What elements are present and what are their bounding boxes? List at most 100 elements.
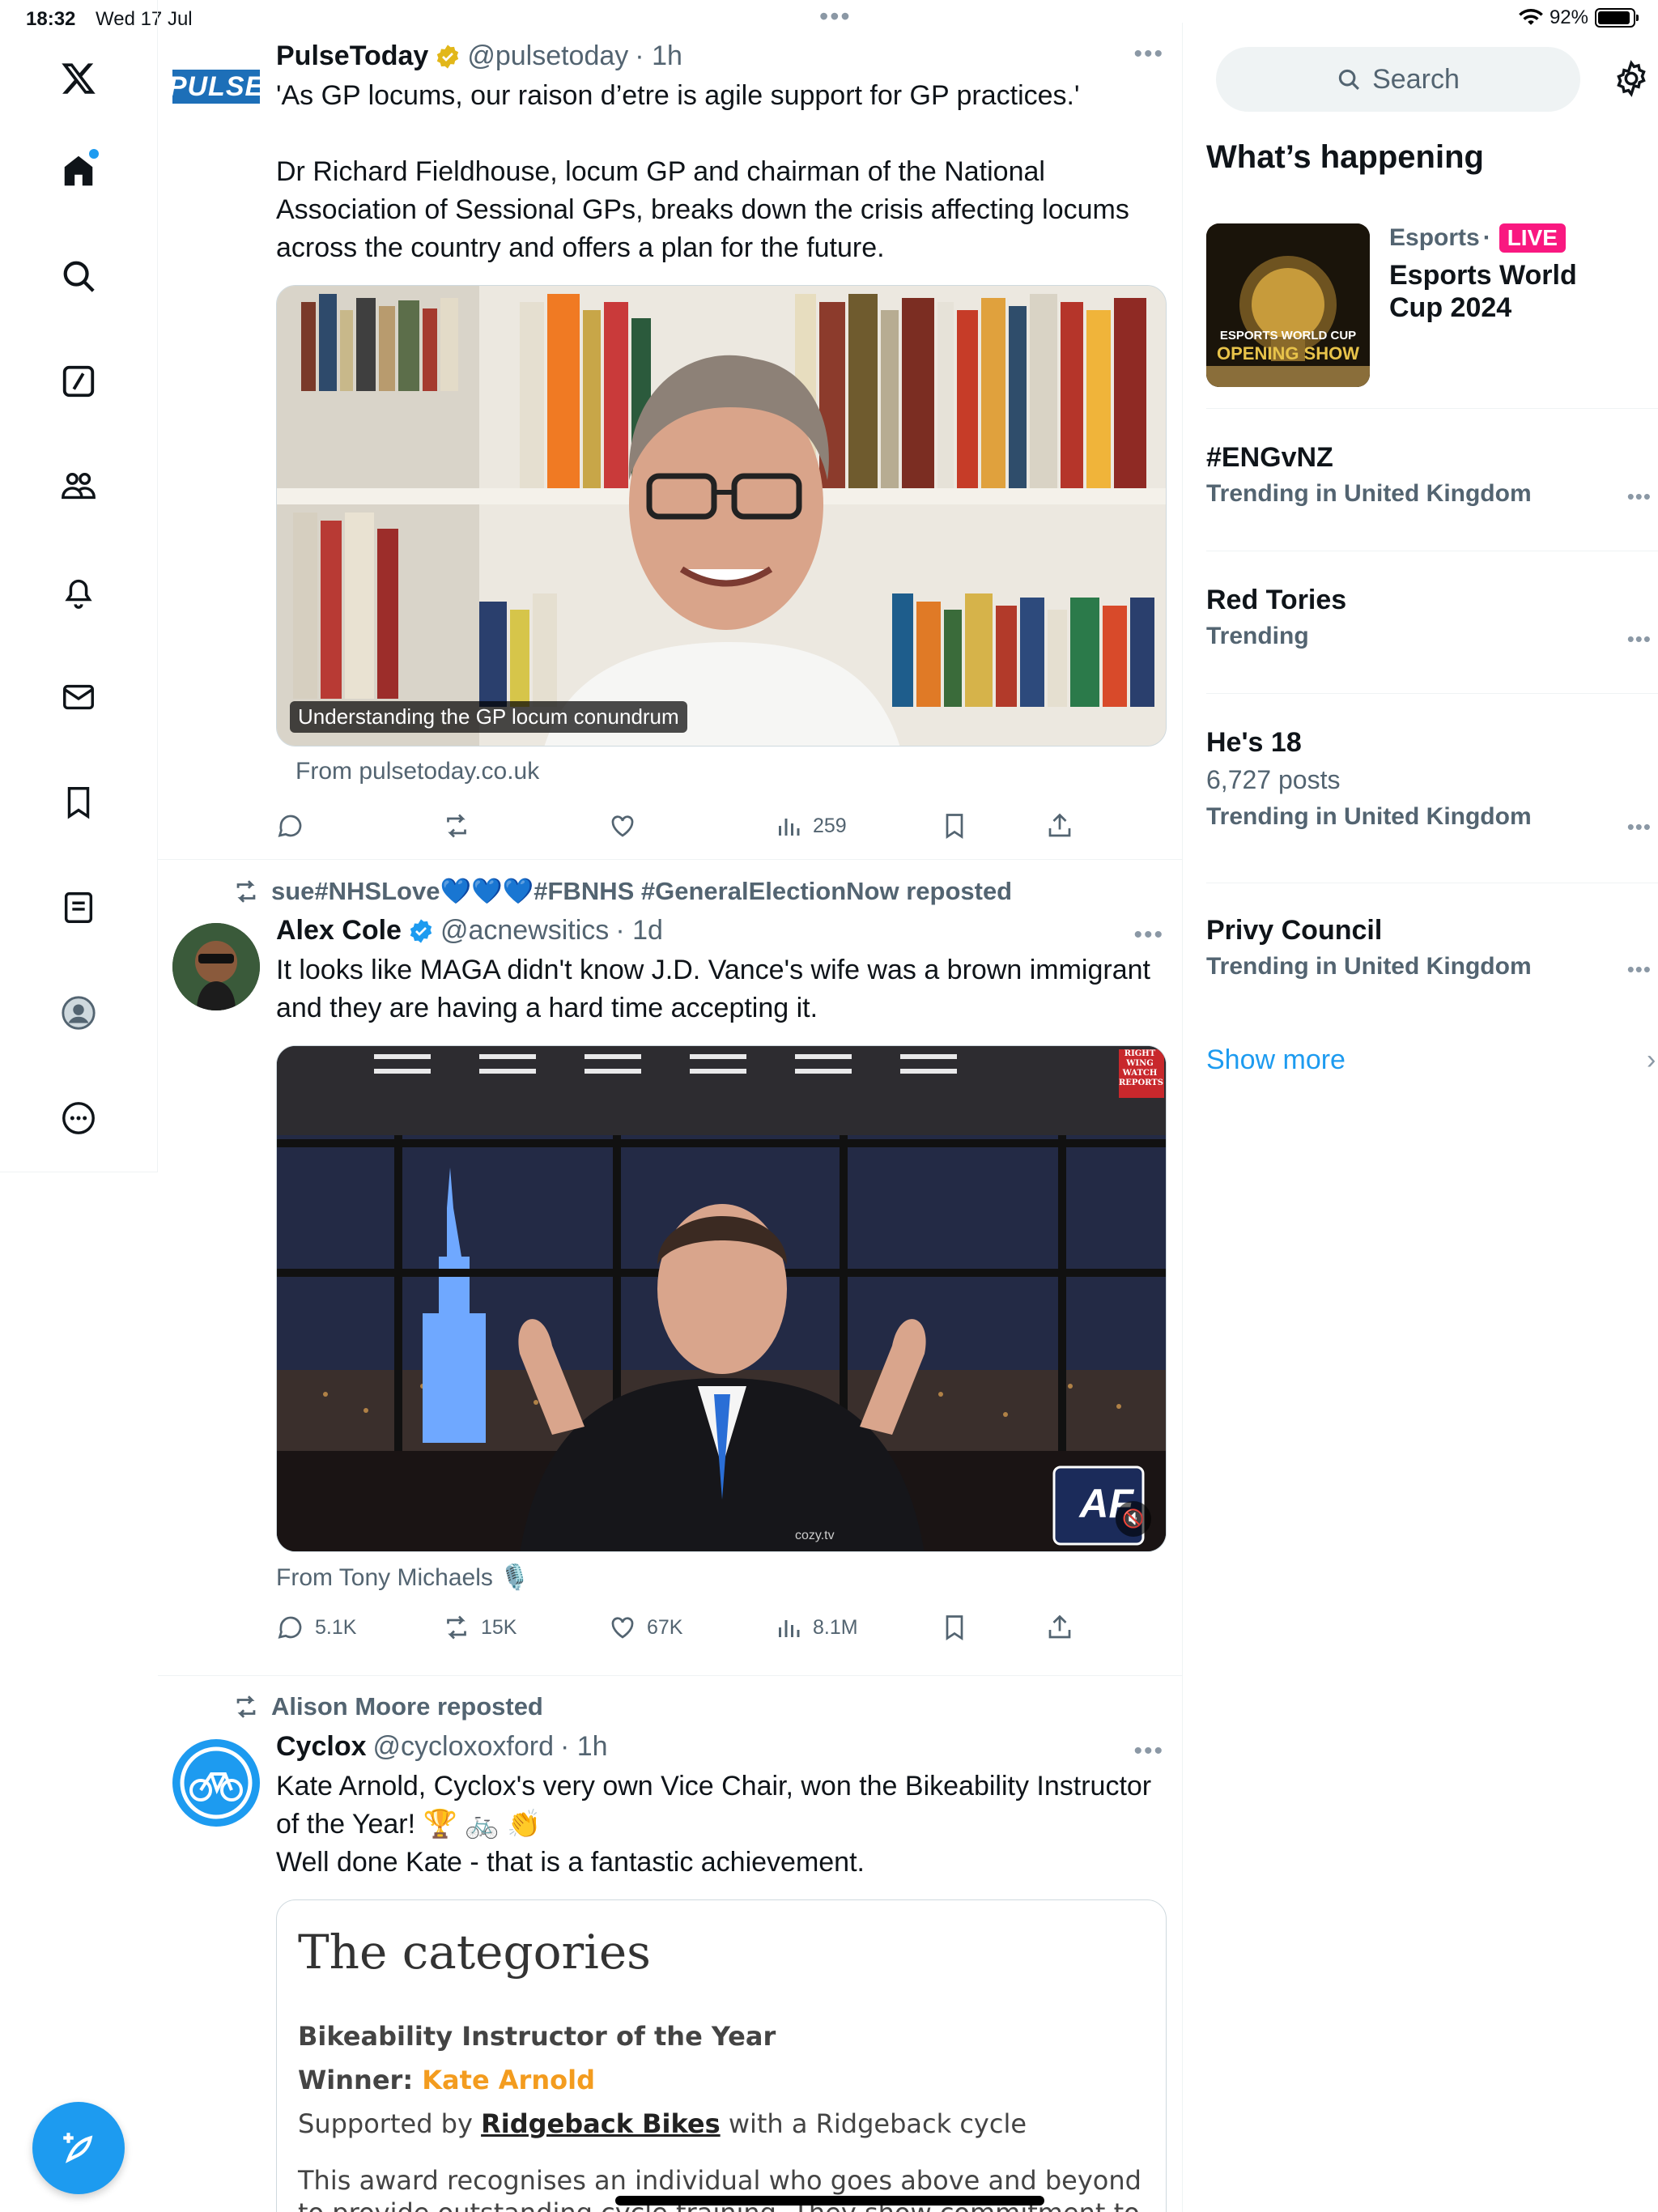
- reply-button[interactable]: [276, 811, 442, 840]
- reply-button[interactable]: 5.1K: [276, 1613, 442, 1642]
- tweet-video[interactable]: RIGHT WING WATCH REPORTS AF cozy.tv 🔇: [276, 1045, 1167, 1552]
- divider: [1206, 408, 1658, 409]
- lists-icon[interactable]: [50, 879, 107, 936]
- bookmark-icon: [946, 1615, 963, 1641]
- bookmarks-icon[interactable]: [50, 774, 107, 831]
- whats-happening-heading: What’s happening: [1206, 139, 1484, 175]
- compose-post-button[interactable]: [32, 2102, 125, 2194]
- share-button[interactable]: [1045, 811, 1074, 840]
- show-more-link[interactable]: Show more: [1206, 1044, 1346, 1076]
- live-badge: LIVE: [1499, 223, 1566, 253]
- search-input[interactable]: Search: [1216, 47, 1580, 112]
- home-icon[interactable]: [50, 143, 107, 199]
- feather-plus-icon: [63, 2133, 93, 2163]
- heart-icon: [611, 1617, 634, 1639]
- author-handle[interactable]: @acnewsitics: [440, 915, 609, 946]
- repost-button[interactable]: [442, 811, 608, 840]
- mute-icon[interactable]: 🔇: [1116, 1501, 1151, 1537]
- tweet-media-image[interactable]: Understanding the GP locum conundrum: [276, 285, 1167, 747]
- views-button[interactable]: 259: [774, 811, 940, 840]
- trend-featured[interactable]: ESPORTS WORLD CUP OPENING SHOW Esports · L…: [1206, 223, 1658, 387]
- author-handle[interactable]: @cycloxoxford: [373, 1731, 554, 1763]
- reply-icon: [278, 815, 302, 837]
- views-button[interactable]: 8.1M: [774, 1613, 940, 1642]
- thumbnail-title: ESPORTS WORLD CUP: [1219, 329, 1357, 342]
- communities-icon[interactable]: [50, 458, 107, 515]
- notification-dot: [89, 149, 99, 159]
- bookmark-icon: [946, 814, 963, 840]
- messages-icon[interactable]: [50, 669, 107, 725]
- chevron-right-icon[interactable]: ›: [1647, 1044, 1656, 1076]
- author-name[interactable]: PulseToday: [276, 40, 428, 72]
- trend-meta: Trending in United Kingdom: [1206, 803, 1532, 830]
- author-name[interactable]: Alex Cole: [276, 915, 402, 946]
- trend-title: #ENGvNZ: [1206, 442, 1333, 473]
- avatar[interactable]: [172, 923, 260, 1010]
- esports-thumbnail: ESPORTS WORLD CUP OPENING SHOW: [1206, 223, 1370, 387]
- rww-badge: RIGHT WING WATCH REPORTS: [1119, 1049, 1163, 1087]
- tweet-time[interactable]: · 1h: [560, 1731, 608, 1763]
- avatar[interactable]: [172, 1739, 260, 1827]
- thumbnail-subtitle: OPENING SHOW: [1216, 343, 1359, 364]
- tweet[interactable]: PULSE ••• PulseToday @pulsetoday · 1h 'A…: [158, 23, 1182, 860]
- video-frame-image: [277, 1046, 1166, 1551]
- tweet-more-icon[interactable]: •••: [1133, 1738, 1164, 1765]
- tweet-time[interactable]: · 1h: [635, 40, 682, 72]
- card-award: Bikeability Instructor of the Year: [298, 2021, 776, 2052]
- timeline-feed[interactable]: PULSE ••• PulseToday @pulsetoday · 1h 'A…: [158, 23, 1183, 2212]
- repost-context-text: sue#NHSLove💙💙💙#FBNHS #GeneralElectionNow…: [271, 877, 1013, 905]
- card-supported-line: Supported by Ridgeback Bikes with a Ridg…: [298, 2108, 1027, 2139]
- tweet[interactable]: sue#NHSLove💙💙💙#FBNHS #GeneralElectionNow…: [158, 860, 1182, 1676]
- avatar[interactable]: PULSE: [172, 70, 260, 104]
- trend-item[interactable]: Red Tories Trending •••: [1206, 578, 1658, 652]
- bookmark-button[interactable]: [940, 811, 1045, 840]
- repost-context[interactable]: Alison Moore reposted: [232, 1692, 543, 1721]
- repost-icon: [236, 1695, 256, 1718]
- grok-icon[interactable]: [50, 353, 107, 410]
- video-source[interactable]: From Tony Michaels 🎙️: [276, 1563, 1167, 1592]
- tweet-time[interactable]: · 1d: [615, 915, 663, 946]
- home-indicator[interactable]: [615, 2196, 1044, 2206]
- avatar-photo: [172, 923, 260, 1010]
- x-logo-icon[interactable]: [50, 50, 107, 107]
- views-count: 259: [813, 814, 847, 837]
- author-name[interactable]: Cyclox: [276, 1731, 367, 1763]
- gear-icon[interactable]: [1613, 60, 1650, 97]
- avatar-logo-text: PULSE: [172, 70, 260, 102]
- bookshelf-portrait-image: [277, 286, 1166, 746]
- notifications-icon[interactable]: [50, 564, 107, 620]
- trend-item[interactable]: #ENGvNZ Trending in United Kingdom •••: [1206, 436, 1658, 508]
- trend-more-icon[interactable]: •••: [1627, 815, 1652, 840]
- link-source[interactable]: From pulsetoday.co.uk: [276, 758, 1167, 785]
- repost-context-text: Alison Moore reposted: [271, 1692, 543, 1721]
- more-icon[interactable]: [50, 1090, 107, 1146]
- search-icon[interactable]: [50, 248, 107, 304]
- trend-meta: Trending in United Kingdom: [1206, 480, 1532, 507]
- repost-icon: [447, 1615, 466, 1640]
- trend-item[interactable]: He's 18 6,727 posts Trending in United K…: [1206, 721, 1658, 839]
- tweet-image-card[interactable]: The categories Bikeability Instructor of…: [276, 1899, 1167, 2212]
- share-icon: [1048, 813, 1071, 837]
- repost-context[interactable]: sue#NHSLove💙💙💙#FBNHS #GeneralElectionNow…: [232, 876, 1012, 906]
- trend-more-icon[interactable]: •••: [1627, 957, 1652, 982]
- like-button[interactable]: [608, 811, 774, 840]
- tweet-text: It looks like MAGA didn't know J.D. Vanc…: [276, 955, 1158, 1023]
- tweet-more-icon[interactable]: •••: [1133, 921, 1164, 949]
- share-button[interactable]: [1045, 1613, 1074, 1642]
- trend-more-icon[interactable]: •••: [1627, 627, 1652, 652]
- repost-button[interactable]: 15K: [442, 1613, 608, 1642]
- author-handle[interactable]: @pulsetoday: [467, 40, 628, 72]
- trend-title: Red Tories: [1206, 585, 1347, 615]
- trend-more-icon[interactable]: •••: [1627, 484, 1652, 509]
- card-sponsor-link: Ridgeback Bikes: [481, 2108, 721, 2139]
- media-caption: Understanding the GP locum conundrum: [290, 701, 687, 733]
- trend-item[interactable]: Privy Council Trending in United Kingdom…: [1206, 908, 1658, 981]
- like-button[interactable]: 67K: [608, 1613, 774, 1642]
- bookmark-button[interactable]: [940, 1613, 1045, 1642]
- profile-icon[interactable]: [50, 985, 107, 1041]
- search-icon: [1338, 69, 1360, 90]
- tweet-header: Cyclox @cycloxoxford · 1h: [276, 1731, 1167, 1763]
- tweet[interactable]: Alison Moore reposted ••• Cyclox @cyclox…: [158, 1676, 1182, 2212]
- tweet-more-icon[interactable]: •••: [1133, 40, 1164, 68]
- trend-category: Esports: [1389, 224, 1480, 251]
